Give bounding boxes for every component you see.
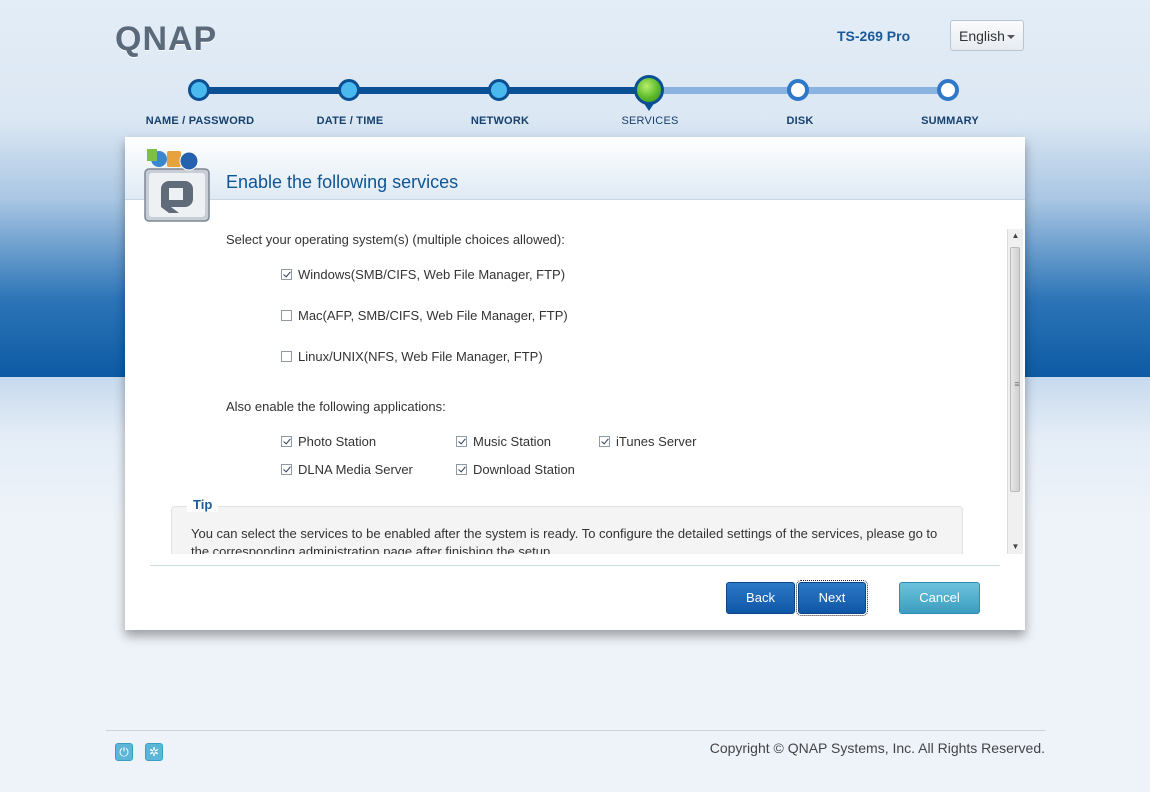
app-itunes-server[interactable]: iTunes Server [599, 434, 696, 449]
wizard-panel: Enable the following services Select you… [125, 137, 1025, 630]
step-label-date-time: DATE / TIME [316, 115, 384, 127]
mac-label: Mac(AFP, SMB/CIFS, Web File Manager, FTP… [298, 308, 568, 323]
grip-icon: ≡ [1014, 379, 1020, 389]
os-option-mac[interactable]: Mac(AFP, SMB/CIFS, Web File Manager, FTP… [281, 308, 568, 323]
itunes-server-checkbox[interactable] [599, 436, 610, 447]
step-label-services: SERVICES [621, 115, 679, 127]
app-photo-station[interactable]: Photo Station [281, 434, 376, 449]
windows-label: Windows(SMB/CIFS, Web File Manager, FTP) [298, 267, 566, 282]
linux-label: Linux/UNIX(NFS, Web File Manager, FTP) [298, 349, 543, 364]
music-station-label: Music Station [473, 434, 552, 449]
back-button[interactable]: Back [726, 582, 795, 614]
step-label-network: NETWORK [470, 115, 530, 127]
mac-checkbox[interactable] [281, 310, 292, 321]
location-pin-icon [643, 102, 655, 111]
apps-prompt: Also enable the following applications: [226, 399, 446, 414]
step-node-services [634, 75, 664, 111]
app-download-station[interactable]: Download Station [456, 462, 575, 477]
progress-track-done [199, 87, 649, 94]
panel-title: Enable the following services [226, 172, 459, 192]
dlna-media-server-checkbox[interactable] [281, 464, 292, 475]
step-node-disk [787, 79, 809, 101]
os-option-linux[interactable]: Linux/UNIX(NFS, Web File Manager, FTP) [281, 349, 543, 364]
step-node-name-password [188, 79, 210, 101]
step-node-network [488, 79, 510, 101]
next-button[interactable]: Next [796, 580, 868, 616]
tip-title: Tip [187, 497, 219, 512]
os-option-windows[interactable]: Windows(SMB/CIFS, Web File Manager, FTP) [281, 267, 565, 282]
os-prompt: Select your operating system(s) (multipl… [226, 232, 565, 247]
services-app-icon [144, 149, 210, 222]
itunes-server-label: iTunes Server [616, 434, 697, 449]
dlna-media-server-label: DLNA Media Server [298, 462, 413, 477]
step-label-disk: DISK [786, 115, 814, 127]
cancel-button[interactable]: Cancel [899, 582, 980, 614]
tip-text: You can select the services to be enable… [191, 526, 938, 554]
scrollbar-thumb[interactable]: ≡ [1010, 247, 1020, 492]
download-station-checkbox[interactable] [456, 464, 467, 475]
step-label-summary: SUMMARY [921, 115, 979, 127]
footer-divider [106, 730, 1045, 731]
app-music-station[interactable]: Music Station [456, 434, 551, 449]
wizard-progress: NAME / PASSWORD DATE / TIME NETWORK SERV… [0, 0, 1150, 135]
settings-icon[interactable]: ✲ [145, 743, 163, 761]
photo-station-label: Photo Station [298, 434, 377, 449]
content-scrollbar[interactable]: ▲ ≡ ▼ [1007, 229, 1023, 554]
scroll-up-arrow-icon[interactable]: ▲ [1008, 229, 1023, 243]
step-label-name-password: NAME / PASSWORD [145, 115, 255, 127]
power-icon[interactable]: ⏻ [115, 743, 133, 761]
scroll-down-arrow-icon[interactable]: ▼ [1008, 540, 1023, 554]
app-dlna-media-server[interactable]: DLNA Media Server [281, 462, 413, 477]
download-station-label: Download Station [473, 462, 575, 477]
button-divider [150, 565, 1000, 566]
windows-checkbox[interactable] [281, 269, 292, 280]
music-station-checkbox[interactable] [456, 436, 467, 447]
step-node-summary [937, 79, 959, 101]
photo-station-checkbox[interactable] [281, 436, 292, 447]
services-form: Select your operating system(s) (multipl… [125, 229, 1005, 554]
step-node-date-time [338, 79, 360, 101]
copyright-text: Copyright © QNAP Systems, Inc. All Right… [709, 740, 1045, 756]
linux-checkbox[interactable] [281, 351, 292, 362]
